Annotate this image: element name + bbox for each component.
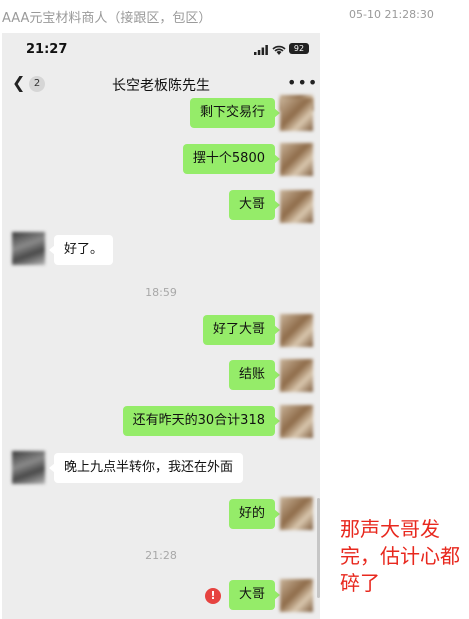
sender-name: AAA元宝材料商人（接跟区，包区）: [2, 11, 212, 26]
message-bubble[interactable]: 剩下交易行: [189, 98, 281, 128]
message-bubble[interactable]: 晚上九点半转你，我还在外面: [48, 453, 244, 483]
message-bubble[interactable]: 好了大哥: [202, 315, 281, 345]
status-bar: 21:27 92: [2, 33, 320, 63]
avatar[interactable]: [280, 143, 313, 176]
avatar[interactable]: [280, 190, 313, 223]
message-bubble[interactable]: 摆十个5800: [182, 144, 281, 174]
avatar[interactable]: [280, 98, 313, 131]
avatar[interactable]: [280, 497, 313, 530]
message-bubble[interactable]: 还有昨天的30合计318: [122, 406, 281, 436]
chat-timestamp: 21:28: [145, 549, 177, 562]
send-failed-icon[interactable]: !: [205, 588, 221, 604]
message-bubble[interactable]: 好的: [228, 499, 281, 529]
status-time: 21:27: [26, 42, 68, 57]
scrollbar[interactable]: [317, 498, 320, 598]
message-bubble[interactable]: 结账: [228, 360, 281, 390]
chat-timestamp: 18:59: [145, 286, 177, 299]
avatar[interactable]: [280, 314, 313, 347]
avatar[interactable]: [280, 359, 313, 392]
battery-icon: 92: [289, 43, 309, 54]
message-bubble[interactable]: 大哥: [228, 580, 281, 610]
avatar[interactable]: [12, 451, 45, 484]
avatar[interactable]: [280, 405, 313, 438]
chat-title: 长空老板陈先生: [112, 78, 210, 94]
chat-nav-bar: ❮ 2 长空老板陈先生 •••: [2, 71, 320, 99]
avatar[interactable]: [280, 579, 313, 612]
message-bubble[interactable]: 大哥: [228, 190, 281, 220]
annotation-text: 那声大哥发完，估计心都碎了: [340, 517, 460, 595]
avatar[interactable]: [12, 232, 45, 265]
chat-screenshot: 21:27 92 ❮ 2 长空老板陈先生 ••• 剩下交易行 摆十个5800 大…: [2, 33, 320, 619]
more-icon[interactable]: •••: [287, 73, 318, 92]
message-bubble[interactable]: 好了。: [48, 235, 114, 265]
post-timestamp: 05-10 21:28:30: [349, 8, 434, 21]
signal-icon: [254, 45, 268, 55]
wifi-icon: [272, 45, 286, 55]
